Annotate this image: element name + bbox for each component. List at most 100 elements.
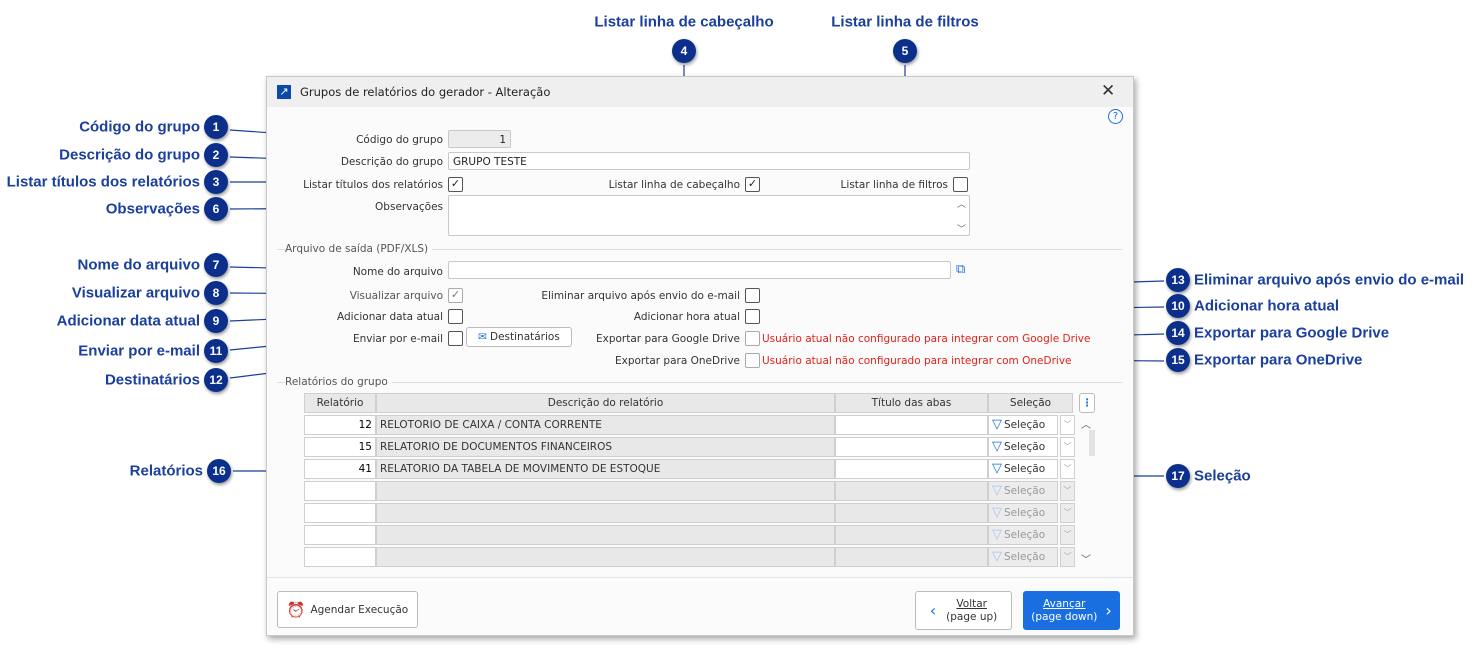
row-titulo-cell[interactable]	[835, 459, 988, 479]
row-relatorio-cell[interactable]	[304, 525, 376, 545]
selecao-label: Seleção	[1004, 529, 1046, 541]
chevron-right-icon: ›	[1105, 601, 1112, 620]
row-selecao-button[interactable]: ▽ Seleção	[988, 547, 1058, 567]
close-icon[interactable]: ✕	[1101, 81, 1115, 101]
listar-filtros-checkbox[interactable]	[953, 177, 968, 192]
google-label: Exportar para Google Drive	[595, 333, 740, 345]
descricao-label: Descrição do grupo	[340, 156, 443, 168]
help-icon[interactable]: ?	[1108, 109, 1123, 124]
callout-label-14: Exportar para Google Drive	[1194, 324, 1390, 342]
row-titulo-cell[interactable]	[835, 415, 988, 435]
visualizar-label: Visualizar arquivo	[349, 290, 443, 302]
row-relatorio-cell[interactable]	[304, 547, 376, 567]
callout-label-10: Adicionar hora atual	[1194, 297, 1340, 315]
col-header-relatorio[interactable]: Relatório	[304, 393, 376, 413]
data-atual-label: Adicionar data atual	[337, 311, 443, 323]
row-selecao-button[interactable]: ▽ Seleção	[988, 415, 1058, 435]
row-titulo-cell[interactable]	[835, 503, 988, 523]
nome-arquivo-field[interactable]	[448, 261, 951, 279]
agendar-execucao-button[interactable]: ⏰ Agendar Execução	[277, 591, 418, 628]
callout-badge-10: 10	[1166, 294, 1190, 318]
google-checkbox[interactable]	[745, 331, 760, 346]
chevron-down-icon[interactable]: ﹀	[1060, 525, 1075, 545]
eliminar-label: Eliminar arquivo após envio do e-mail	[541, 290, 740, 302]
filter-icon: ▽	[992, 527, 1002, 542]
enviar-email-checkbox[interactable]	[448, 331, 463, 346]
voltar-sub: (page up)	[946, 610, 998, 623]
onedrive-checkbox[interactable]	[745, 353, 760, 368]
filter-icon: ▽	[992, 439, 1002, 454]
destinatarios-button[interactable]: ✉ Destinatários	[466, 327, 572, 347]
row-descricao-cell	[376, 481, 835, 501]
col-header-selecao[interactable]: Seleção	[988, 393, 1073, 413]
callout-label-16: Relatórios	[129, 462, 203, 480]
copy-icon[interactable]: ⧉	[956, 262, 965, 277]
row-descricao-cell	[376, 503, 835, 523]
voltar-button[interactable]: ‹ Voltar (page up)	[915, 591, 1012, 630]
nome-arquivo-label: Nome do arquivo	[352, 266, 443, 278]
scroll-down-icon[interactable]: ﹀	[957, 222, 966, 235]
callout-badge-13: 13	[1166, 268, 1190, 292]
callout-badge-16: 16	[207, 459, 231, 483]
dialog-window: ↗ Grupos de relatórios do gerador - Alte…	[266, 76, 1134, 636]
callout-label-7: Nome do arquivo	[77, 256, 200, 274]
selecao-label: Seleção	[1004, 441, 1046, 453]
callout-badge-9: 9	[204, 309, 228, 333]
chevron-down-icon[interactable]: ﹀	[1060, 415, 1075, 435]
chevron-down-icon[interactable]: ﹀	[1060, 459, 1075, 479]
callout-label-4: Listar linha de cabeçalho	[594, 13, 774, 31]
grid-scrollbar-thumb[interactable]	[1089, 430, 1095, 456]
data-atual-checkbox[interactable]	[448, 309, 463, 324]
row-selecao-button[interactable]: ▽ Seleção	[988, 503, 1058, 523]
row-relatorio-cell[interactable]	[304, 481, 376, 501]
row-relatorio-cell[interactable]: 15	[304, 437, 376, 457]
alarm-clock-icon: ⏰	[286, 600, 306, 619]
selecao-label: Seleção	[1004, 551, 1046, 563]
chevron-down-icon[interactable]: ﹀	[1060, 481, 1075, 501]
grid-options-icon[interactable]: ⋮	[1079, 393, 1095, 413]
selecao-label: Seleção	[1004, 507, 1046, 519]
google-warning: Usuário atual não configurado para integ…	[762, 333, 1091, 345]
onedrive-warning: Usuário atual não configurado para integ…	[762, 355, 1072, 367]
eliminar-checkbox[interactable]	[745, 288, 760, 303]
onedrive-label: Exportar para OneDrive	[614, 355, 740, 367]
observacoes-textarea[interactable]	[448, 195, 970, 236]
row-relatorio-cell[interactable]: 12	[304, 415, 376, 435]
callout-label-9: Adicionar data atual	[56, 312, 200, 330]
row-descricao-cell: RELATORIO DE DOCUMENTOS FINANCEIROS	[376, 437, 835, 457]
listar-cabecalho-checkbox[interactable]: ✓	[745, 177, 760, 192]
row-relatorio-cell[interactable]	[304, 503, 376, 523]
codigo-label: Código do grupo	[356, 134, 443, 146]
chevron-down-icon[interactable]: ﹀	[1060, 503, 1075, 523]
descricao-field[interactable]: GRUPO TESTE	[448, 152, 970, 170]
row-titulo-cell[interactable]	[835, 525, 988, 545]
row-selecao-button[interactable]: ▽ Seleção	[988, 459, 1058, 479]
row-titulo-cell[interactable]	[835, 547, 988, 567]
chevron-down-icon[interactable]: ﹀	[1060, 547, 1075, 567]
callout-label-11: Enviar por e-mail	[78, 342, 200, 360]
row-selecao-button[interactable]: ▽ Seleção	[988, 525, 1058, 545]
arquivo-section-title: Arquivo de saída (PDF/XLS)	[285, 243, 433, 255]
row-selecao-button[interactable]: ▽ Seleção	[988, 437, 1058, 457]
grid-scroll-up-icon[interactable]: ︿	[1081, 416, 1091, 431]
chevron-down-icon[interactable]: ﹀	[1060, 437, 1075, 457]
scroll-up-icon[interactable]: ︿	[957, 197, 966, 210]
row-selecao-button[interactable]: ▽ Seleção	[988, 481, 1058, 501]
row-titulo-cell[interactable]	[835, 437, 988, 457]
row-relatorio-cell[interactable]: 41	[304, 459, 376, 479]
visualizar-checkbox[interactable]: ✓	[448, 288, 463, 303]
row-descricao-cell	[376, 525, 835, 545]
grid-scroll-down-icon[interactable]: ﹀	[1081, 551, 1091, 566]
row-descricao-cell	[376, 547, 835, 567]
avancar-button[interactable]: Avançar (page down) ›	[1023, 591, 1120, 630]
row-titulo-cell[interactable]	[835, 481, 988, 501]
col-header-descricao[interactable]: Descrição do relatório	[376, 393, 835, 413]
filter-icon: ▽	[992, 505, 1002, 520]
hora-atual-checkbox[interactable]	[745, 309, 760, 324]
listar-titulos-checkbox[interactable]: ✓	[448, 177, 463, 192]
callout-label-3: Listar títulos dos relatórios	[6, 173, 200, 191]
col-header-titulo[interactable]: Título das abas	[835, 393, 988, 413]
codigo-field: 1	[448, 130, 511, 148]
enviar-email-label: Enviar por e-mail	[353, 333, 443, 345]
title-bar: ↗ Grupos de relatórios do gerador - Alte…	[267, 77, 1133, 107]
